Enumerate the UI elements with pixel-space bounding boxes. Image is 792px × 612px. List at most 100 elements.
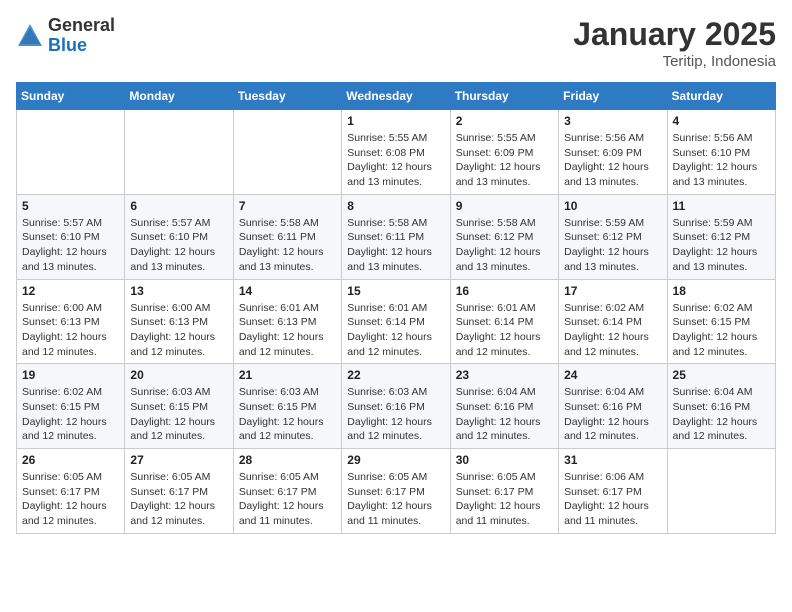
day-number: 15	[347, 284, 444, 298]
day-info: Sunrise: 6:04 AM Sunset: 6:16 PM Dayligh…	[456, 385, 553, 444]
calendar-week-row: 1 Sunrise: 5:55 AM Sunset: 6:08 PM Daylig…	[17, 110, 776, 195]
day-number: 26	[22, 453, 119, 467]
day-info: Sunrise: 5:58 AM Sunset: 6:12 PM Dayligh…	[456, 216, 553, 275]
calendar-week-row: 12 Sunrise: 6:00 AM Sunset: 6:13 PM Dayli…	[17, 279, 776, 364]
day-number: 21	[239, 368, 336, 382]
calendar-cell: 19Sunrise: 6:02 AM Sunset: 6:15 PM Dayli…	[17, 364, 125, 449]
location: Teritip, Indonesia	[573, 53, 776, 70]
calendar-cell: 6Sunrise: 5:57 AM Sunset: 6:10 PM Daylig…	[125, 194, 233, 279]
day-info: Sunrise: 6:05 AM Sunset: 6:17 PM Dayligh…	[456, 470, 553, 529]
day-number: 31	[564, 453, 661, 467]
calendar-cell: 13 Sunrise: 6:00 AM Sunset: 6:13 PM Dayli…	[125, 279, 233, 364]
weekday-header-row: SundayMondayTuesdayWednesdayThursdayFrid…	[17, 83, 776, 110]
day-info: Sunrise: 6:02 AM Sunset: 6:15 PM Dayligh…	[22, 385, 119, 444]
calendar-cell: 4Sunrise: 5:56 AM Sunset: 6:10 PM Daylig…	[667, 110, 775, 195]
day-number: 17	[564, 284, 661, 298]
calendar-cell: 15 Sunrise: 6:01 AM Sunset: 6:14 PM Dayli…	[342, 279, 450, 364]
calendar-cell: 14Sunrise: 6:01 AM Sunset: 6:13 PM Dayli…	[233, 279, 341, 364]
day-number: 30	[456, 453, 553, 467]
calendar-cell: 1 Sunrise: 5:55 AM Sunset: 6:08 PM Daylig…	[342, 110, 450, 195]
calendar-cell: 3 Sunrise: 5:56 AM Sunset: 6:09 PM Daylig…	[559, 110, 667, 195]
day-number: 9	[456, 199, 553, 213]
day-number: 28	[239, 453, 336, 467]
day-number: 12	[22, 284, 119, 298]
calendar-cell: 9 Sunrise: 5:58 AM Sunset: 6:12 PM Daylig…	[450, 194, 558, 279]
calendar-week-row: 19Sunrise: 6:02 AM Sunset: 6:15 PM Dayli…	[17, 364, 776, 449]
day-number: 4	[673, 114, 770, 128]
day-info: Sunrise: 5:55 AM Sunset: 6:09 PM Dayligh…	[456, 131, 553, 190]
day-info: Sunrise: 5:56 AM Sunset: 6:09 PM Dayligh…	[564, 131, 661, 190]
day-info: Sunrise: 6:06 AM Sunset: 6:17 PM Dayligh…	[564, 470, 661, 529]
calendar-cell: 30 Sunrise: 6:05 AM Sunset: 6:17 PM Dayli…	[450, 449, 558, 534]
calendar-cell: 28 Sunrise: 6:05 AM Sunset: 6:17 PM Dayli…	[233, 449, 341, 534]
calendar-cell: 11 Sunrise: 5:59 AM Sunset: 6:12 PM Dayli…	[667, 194, 775, 279]
calendar-week-row: 5 Sunrise: 5:57 AM Sunset: 6:10 PM Daylig…	[17, 194, 776, 279]
calendar-cell: 10Sunrise: 5:59 AM Sunset: 6:12 PM Dayli…	[559, 194, 667, 279]
calendar-cell: 21Sunrise: 6:03 AM Sunset: 6:15 PM Dayli…	[233, 364, 341, 449]
calendar-cell: 5 Sunrise: 5:57 AM Sunset: 6:10 PM Daylig…	[17, 194, 125, 279]
day-info: Sunrise: 6:03 AM Sunset: 6:16 PM Dayligh…	[347, 385, 444, 444]
calendar-cell	[233, 110, 341, 195]
calendar-cell: 25 Sunrise: 6:04 AM Sunset: 6:16 PM Dayli…	[667, 364, 775, 449]
calendar-cell	[125, 110, 233, 195]
calendar-cell: 27 Sunrise: 6:05 AM Sunset: 6:17 PM Dayli…	[125, 449, 233, 534]
day-number: 13	[130, 284, 227, 298]
day-number: 23	[456, 368, 553, 382]
calendar-cell: 29 Sunrise: 6:05 AM Sunset: 6:17 PM Dayli…	[342, 449, 450, 534]
weekday-header: Monday	[125, 83, 233, 110]
day-info: Sunrise: 6:04 AM Sunset: 6:16 PM Dayligh…	[673, 385, 770, 444]
day-info: Sunrise: 5:58 AM Sunset: 6:11 PM Dayligh…	[239, 216, 336, 275]
day-info: Sunrise: 6:00 AM Sunset: 6:13 PM Dayligh…	[22, 301, 119, 360]
day-info: Sunrise: 6:02 AM Sunset: 6:15 PM Dayligh…	[673, 301, 770, 360]
day-number: 16	[456, 284, 553, 298]
day-info: Sunrise: 5:57 AM Sunset: 6:10 PM Dayligh…	[130, 216, 227, 275]
day-number: 18	[673, 284, 770, 298]
day-info: Sunrise: 5:59 AM Sunset: 6:12 PM Dayligh…	[564, 216, 661, 275]
day-number: 3	[564, 114, 661, 128]
weekday-header: Friday	[559, 83, 667, 110]
day-info: Sunrise: 6:05 AM Sunset: 6:17 PM Dayligh…	[22, 470, 119, 529]
day-number: 25	[673, 368, 770, 382]
day-info: Sunrise: 6:04 AM Sunset: 6:16 PM Dayligh…	[564, 385, 661, 444]
day-number: 20	[130, 368, 227, 382]
calendar-cell: 17 Sunrise: 6:02 AM Sunset: 6:14 PM Dayli…	[559, 279, 667, 364]
day-info: Sunrise: 6:00 AM Sunset: 6:13 PM Dayligh…	[130, 301, 227, 360]
weekday-header: Saturday	[667, 83, 775, 110]
day-number: 11	[673, 199, 770, 213]
calendar-cell	[17, 110, 125, 195]
title-block: January 2025 Teritip, Indonesia	[573, 16, 776, 70]
month-title: January 2025	[573, 16, 776, 53]
calendar-cell: 2 Sunrise: 5:55 AM Sunset: 6:09 PM Daylig…	[450, 110, 558, 195]
calendar-cell: 7 Sunrise: 5:58 AM Sunset: 6:11 PM Daylig…	[233, 194, 341, 279]
calendar-cell: 20 Sunrise: 6:03 AM Sunset: 6:15 PM Dayli…	[125, 364, 233, 449]
calendar-cell: 18 Sunrise: 6:02 AM Sunset: 6:15 PM Dayli…	[667, 279, 775, 364]
day-info: Sunrise: 6:05 AM Sunset: 6:17 PM Dayligh…	[347, 470, 444, 529]
day-number: 1	[347, 114, 444, 128]
day-info: Sunrise: 5:57 AM Sunset: 6:10 PM Dayligh…	[22, 216, 119, 275]
day-number: 7	[239, 199, 336, 213]
day-info: Sunrise: 6:02 AM Sunset: 6:14 PM Dayligh…	[564, 301, 661, 360]
page-header: General Blue January 2025 Teritip, Indon…	[16, 16, 776, 70]
weekday-header: Sunday	[17, 83, 125, 110]
day-info: Sunrise: 6:05 AM Sunset: 6:17 PM Dayligh…	[239, 470, 336, 529]
day-number: 22	[347, 368, 444, 382]
calendar-cell: 26 Sunrise: 6:05 AM Sunset: 6:17 PM Dayli…	[17, 449, 125, 534]
day-info: Sunrise: 6:03 AM Sunset: 6:15 PM Dayligh…	[130, 385, 227, 444]
day-number: 2	[456, 114, 553, 128]
day-number: 14	[239, 284, 336, 298]
calendar-cell: 22 Sunrise: 6:03 AM Sunset: 6:16 PM Dayli…	[342, 364, 450, 449]
day-info: Sunrise: 5:58 AM Sunset: 6:11 PM Dayligh…	[347, 216, 444, 275]
day-info: Sunrise: 5:55 AM Sunset: 6:08 PM Dayligh…	[347, 131, 444, 190]
day-number: 29	[347, 453, 444, 467]
day-info: Sunrise: 5:59 AM Sunset: 6:12 PM Dayligh…	[673, 216, 770, 275]
calendar-cell	[667, 449, 775, 534]
calendar-cell: 31 Sunrise: 6:06 AM Sunset: 6:17 PM Dayli…	[559, 449, 667, 534]
calendar-week-row: 26 Sunrise: 6:05 AM Sunset: 6:17 PM Dayli…	[17, 449, 776, 534]
day-info: Sunrise: 6:05 AM Sunset: 6:17 PM Dayligh…	[130, 470, 227, 529]
calendar-cell: 16Sunrise: 6:01 AM Sunset: 6:14 PM Dayli…	[450, 279, 558, 364]
day-info: Sunrise: 6:01 AM Sunset: 6:14 PM Dayligh…	[347, 301, 444, 360]
calendar-cell: 8Sunrise: 5:58 AM Sunset: 6:11 PM Daylig…	[342, 194, 450, 279]
day-number: 27	[130, 453, 227, 467]
day-number: 5	[22, 199, 119, 213]
logo-general: General	[48, 15, 115, 35]
